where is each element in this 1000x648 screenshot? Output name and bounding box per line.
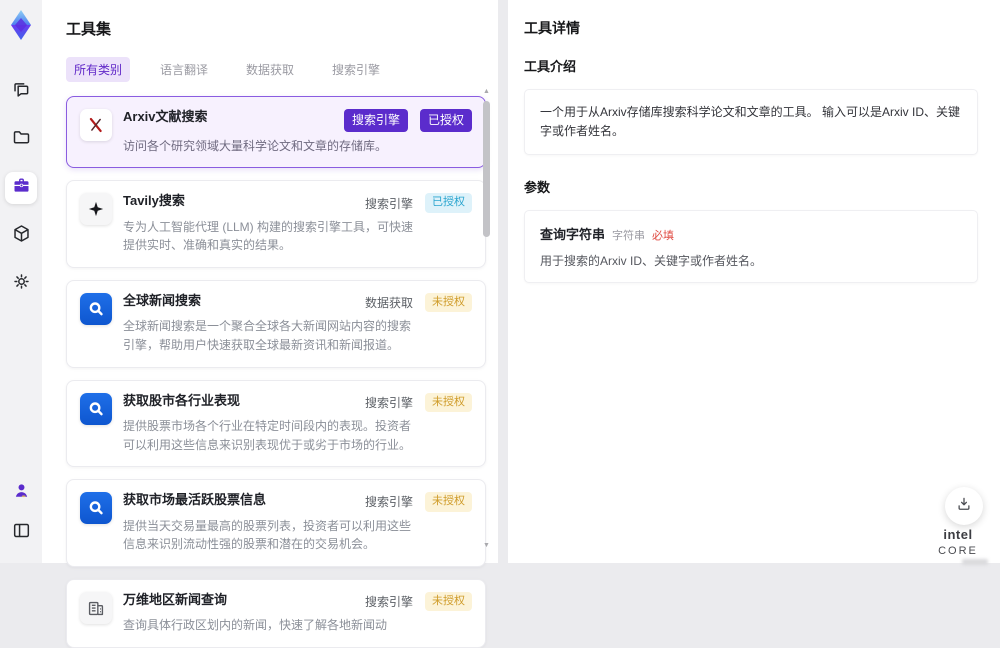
- tool-name: 获取股市各行业表现: [123, 392, 241, 408]
- auth-badge: 未授权: [425, 492, 472, 512]
- tool-name: 获取市场最活跃股票信息: [123, 492, 267, 508]
- download-button[interactable]: [945, 487, 983, 525]
- tab-search-engine[interactable]: 搜索引擎: [324, 57, 388, 82]
- param-box: 查询字符串 字符串 必填 用于搜索的Arxiv ID、关键字或作者姓名。: [524, 210, 978, 284]
- sidebar-item-user[interactable]: [5, 477, 37, 509]
- intel-core-logo: intel core: [928, 527, 988, 565]
- category-label: 搜索引擎: [364, 495, 413, 510]
- category-label: 搜索引擎: [364, 395, 413, 410]
- brand-core: core: [938, 545, 978, 557]
- tool-description: 查询具体行政区划内的新闻，快速了解各地新闻动: [123, 618, 388, 633]
- app-window: 工具集 所有类别 语言翻译 数据获取 搜索引擎 Arxiv文献搜索 搜索引擎 已…: [0, 0, 1000, 648]
- icon-sidebar: [0, 0, 42, 563]
- tool-detail-panel: 工具详情 工具介绍 一个用于从Arxiv存储库搜索科学论文和文章的工具。 输入可…: [508, 0, 1000, 563]
- tool-name: 全球新闻搜索: [123, 292, 202, 308]
- category-badge: 搜索引擎: [343, 109, 408, 132]
- brand-sub-blur: [962, 559, 988, 565]
- tool-name: Tavily搜索: [123, 193, 185, 209]
- intro-box: 一个用于从Arxiv存储库搜索科学论文和文章的工具。 输入可以是Arxiv ID…: [524, 89, 978, 156]
- sidebar-item-chat[interactable]: [5, 76, 37, 108]
- category-label: 搜索引擎: [364, 594, 413, 609]
- param-required-badge: 必填: [652, 230, 675, 243]
- arxiv-logo-icon: [80, 109, 112, 141]
- page-title: 工具集: [66, 21, 112, 38]
- category-label: 数据获取: [364, 296, 413, 311]
- brand-intel: intel: [943, 527, 973, 542]
- panel-toggle-icon: [11, 520, 32, 546]
- package-icon: [11, 223, 32, 249]
- tool-description: 专为人工智能代理 (LLM) 构建的搜索引擎工具，可快速提供实时、准确和真实的结…: [123, 219, 414, 253]
- scrollbar-thumb[interactable]: [483, 101, 490, 237]
- intro-heading: 工具介绍: [524, 59, 577, 74]
- download-icon: [955, 495, 973, 518]
- intro-text: 一个用于从Arxiv存储库搜索科学论文和文章的工具。 输入可以是Arxiv ID…: [540, 105, 961, 139]
- param-description: 用于搜索的Arxiv ID、关键字或作者姓名。: [540, 254, 763, 269]
- scroll-down-arrow-icon[interactable]: ▼: [482, 542, 491, 550]
- tool-name: 万维地区新闻查询: [123, 591, 228, 607]
- detail-title: 工具详情: [524, 20, 580, 36]
- param-name: 查询字符串: [540, 227, 606, 243]
- tool-description: 提供股票市场各个行业在特定时间段内的表现。投资者可以利用这些信息来识别表现优于或…: [123, 418, 412, 452]
- tavily-star-icon: [80, 193, 112, 226]
- auth-badge: 未授权: [425, 292, 472, 313]
- toolbox-icon: [11, 175, 32, 201]
- tool-card-list: Arxiv文献搜索 搜索引擎 已授权 访问各个研究领域大量科学论文和文章的存储库…: [66, 96, 486, 648]
- auth-badge: 已授权: [419, 109, 472, 132]
- tool-description: 全球新闻搜索是一个聚合全球各大新闻网站内容的搜索引擎，帮助用户快速获取全球最新资…: [123, 319, 412, 352]
- list-scrollbar[interactable]: ▲ ▼: [482, 88, 491, 550]
- tab-language-translation[interactable]: 语言翻译: [152, 57, 216, 82]
- newspaper-icon: [80, 591, 112, 624]
- sidebar-item-packages[interactable]: [5, 220, 37, 252]
- gear-icon: [11, 271, 32, 297]
- sidebar-item-collapse[interactable]: [5, 517, 37, 549]
- sidebar-item-files[interactable]: [5, 124, 37, 156]
- tool-description: 访问各个研究领域大量科学论文和文章的存储库。: [123, 138, 388, 153]
- app-logo-icon: [5, 8, 37, 42]
- scroll-up-arrow-icon[interactable]: ▲: [482, 88, 491, 96]
- tool-card-regional-news[interactable]: 万维地区新闻查询 搜索引擎 未授权 查询具体行政区划内的新闻，快速了解各地新闻动: [66, 578, 486, 648]
- category-label: 搜索引擎: [364, 196, 413, 211]
- tool-name: Arxiv文献搜索: [123, 109, 208, 124]
- tool-list-panel: 工具集 所有类别 语言翻译 数据获取 搜索引擎 Arxiv文献搜索 搜索引擎 已…: [42, 0, 498, 648]
- auth-badge: 未授权: [425, 392, 472, 412]
- tool-card-sector-performance[interactable]: 获取股市各行业表现 搜索引擎 未授权 提供股票市场各个行业在特定时间段内的表现。…: [66, 379, 486, 468]
- tool-card-active-stocks[interactable]: 获取市场最活跃股票信息 搜索引擎 未授权 提供当天交易量最高的股票列表，投资者可…: [66, 479, 486, 567]
- tool-description: 提供当天交易量最高的股票列表，投资者可以利用这些信息来识别流动性强的股票和潜在的…: [123, 518, 412, 552]
- sidebar-item-settings[interactable]: [5, 268, 37, 300]
- user-icon: [11, 480, 32, 506]
- auth-badge: 已授权: [425, 193, 472, 213]
- param-type: 字符串: [612, 230, 646, 243]
- news-search-icon: [80, 392, 112, 425]
- tool-card-global-news[interactable]: 全球新闻搜索 数据获取 未授权 全球新闻搜索是一个聚合全球各大新闻网站内容的搜索…: [66, 279, 486, 368]
- auth-badge: 未授权: [425, 591, 472, 612]
- tool-card-arxiv[interactable]: Arxiv文献搜索 搜索引擎 已授权 访问各个研究领域大量科学论文和文章的存储库…: [66, 96, 486, 169]
- params-heading: 参数: [524, 180, 551, 196]
- tool-card-tavily[interactable]: Tavily搜索 搜索引擎 已授权 专为人工智能代理 (LLM) 构建的搜索引擎…: [66, 180, 486, 268]
- chat-icon: [11, 79, 32, 105]
- tab-all-categories[interactable]: 所有类别: [66, 57, 131, 82]
- sidebar-item-tools[interactable]: [5, 172, 37, 204]
- news-search-icon: [80, 292, 112, 325]
- category-tabs: 所有类别 语言翻译 数据获取 搜索引擎: [66, 57, 498, 82]
- tab-data-acquisition[interactable]: 数据获取: [238, 57, 302, 82]
- folder-icon: [11, 127, 32, 153]
- news-search-icon: [80, 492, 112, 525]
